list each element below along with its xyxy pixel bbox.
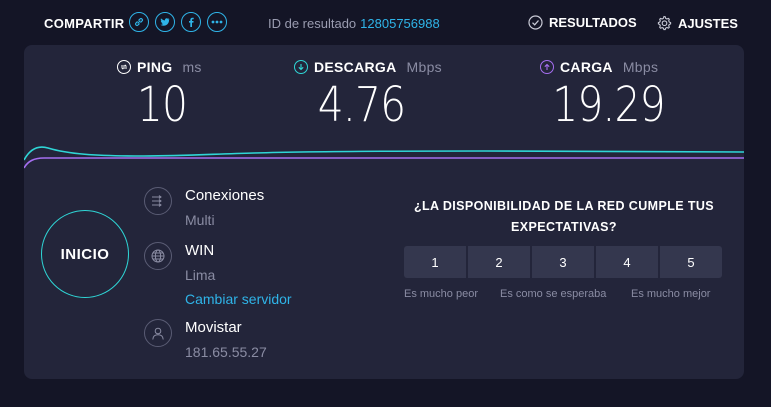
connections-value: Multi — [185, 212, 215, 228]
upload-graph-line — [24, 157, 744, 169]
globe-icon — [144, 242, 172, 270]
ping-value: 10 — [136, 77, 188, 133]
isp-name: Movistar — [185, 319, 242, 336]
gear-icon — [657, 15, 672, 31]
start-button[interactable]: INICIO — [41, 210, 129, 298]
download-metric: DESCARGA Mbps 4.76 — [294, 59, 454, 133]
server-location: Lima — [185, 267, 216, 283]
rating-option-1[interactable]: 1 — [404, 246, 466, 278]
rating-option-2[interactable]: 2 — [468, 246, 530, 278]
isp-info: Movistar 181.65.55.27 — [144, 319, 267, 360]
speed-graph — [24, 146, 744, 169]
download-value: 4.76 — [317, 77, 406, 133]
server-info: WIN Lima Cambiar servidor — [144, 242, 292, 307]
share-icons — [129, 12, 227, 32]
scale-high-label: Es mucho mejor — [631, 288, 711, 300]
upload-unit: Mbps — [622, 59, 659, 75]
top-bar: COMPARTIR ID de resultado 12805756988 RES… — [0, 0, 771, 46]
scale-low-label: Es mucho peor — [404, 288, 478, 300]
result-id-label: ID de resultado — [268, 16, 357, 31]
more-icon[interactable] — [207, 12, 227, 32]
rating-option-3[interactable]: 3 — [532, 246, 594, 278]
scale-mid-label: Es como se esperaba — [500, 288, 607, 300]
upload-label: CARGA — [560, 59, 613, 75]
results-label: RESULTADOS — [549, 15, 637, 30]
user-icon — [144, 319, 172, 347]
results-card: PING ms 10 DESCARGA Mbps 4.76 CARGA Mbps 19… — [24, 45, 744, 379]
twitter-icon[interactable] — [155, 12, 175, 32]
check-circle-icon — [528, 15, 543, 30]
change-server-link[interactable]: Cambiar servidor — [185, 291, 292, 307]
download-arrow-icon — [294, 60, 308, 74]
connections-info: Conexiones Multi — [144, 187, 264, 228]
results-button[interactable]: RESULTADOS — [528, 15, 637, 30]
rating-scale: 1 2 3 4 5 — [404, 246, 722, 278]
ping-icon — [117, 60, 131, 74]
ping-label: PING — [137, 59, 173, 75]
connections-label: Conexiones — [185, 187, 265, 204]
ip-address: 181.65.55.27 — [185, 344, 267, 360]
survey-question: ¿LA DISPONIBILIDAD DE LA RED CUMPLE TUS … — [413, 199, 715, 234]
download-label: DESCARGA — [314, 59, 397, 75]
settings-button[interactable]: AJUSTES — [656, 15, 738, 31]
upload-metric: CARGA Mbps 19.29 — [540, 59, 690, 133]
facebook-icon[interactable] — [181, 12, 201, 32]
result-id: ID de resultado 12805756988 — [268, 16, 440, 31]
server-name: WIN — [185, 242, 215, 259]
ping-unit: ms — [182, 59, 202, 75]
upload-arrow-icon — [540, 60, 554, 74]
start-label: INICIO — [60, 245, 110, 263]
result-id-link[interactable]: 12805756988 — [360, 16, 440, 31]
download-unit: Mbps — [406, 59, 442, 75]
upload-value: 19.29 — [552, 77, 665, 133]
rating-option-4[interactable]: 4 — [596, 246, 658, 278]
settings-label: AJUSTES — [678, 15, 738, 31]
connections-icon — [144, 187, 172, 215]
share-label: COMPARTIR — [44, 16, 125, 31]
ping-metric: PING ms 10 — [117, 59, 217, 133]
link-icon[interactable] — [129, 12, 149, 32]
rating-option-5[interactable]: 5 — [660, 246, 722, 278]
